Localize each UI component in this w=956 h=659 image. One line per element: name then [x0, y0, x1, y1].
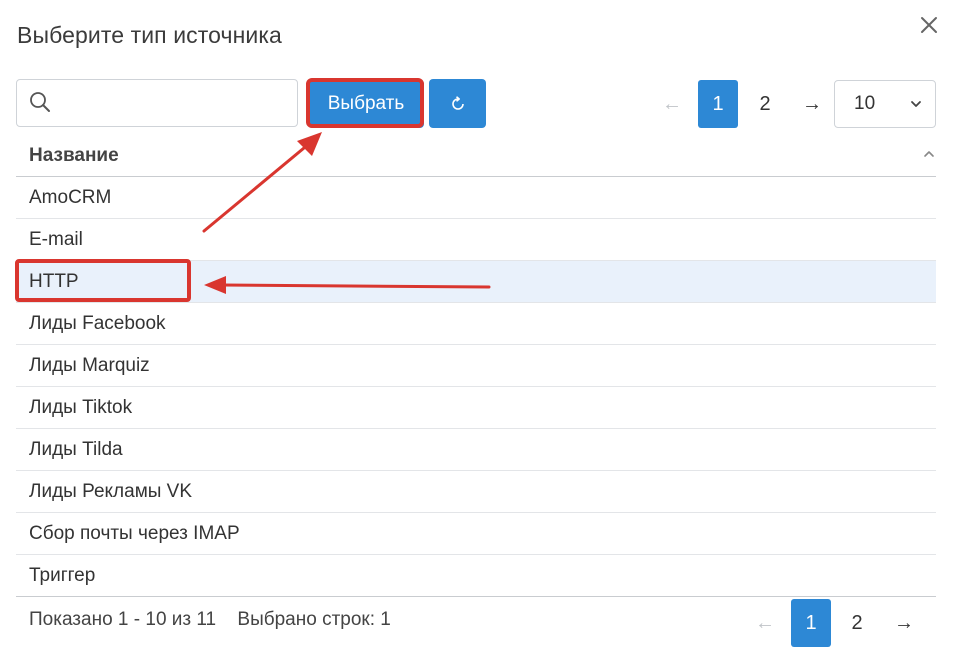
dialog-title: Выберите тип источника — [17, 22, 282, 48]
table-row[interactable]: E-mail — [16, 219, 936, 261]
row-label: Лиды Facebook — [29, 313, 166, 334]
table-row[interactable]: Триггер — [16, 555, 936, 597]
table-row[interactable]: Лиды Tilda — [16, 429, 936, 471]
close-button[interactable] — [914, 10, 944, 40]
row-label: Лиды Рекламы VK — [29, 481, 193, 502]
pager-top-prev[interactable]: ← — [656, 80, 688, 128]
close-icon — [921, 17, 937, 33]
row-label: Сбор почты через IMAP — [29, 523, 240, 544]
page-size-select[interactable]: 10 — [834, 80, 936, 128]
row-label: Триггер — [29, 565, 96, 586]
row-label: E-mail — [29, 229, 83, 250]
table-row[interactable]: AmoCRM — [16, 177, 936, 219]
row-label: Лиды Tilda — [29, 439, 123, 460]
refresh-icon — [451, 95, 464, 110]
page-size-value: 10 — [854, 93, 876, 114]
row-label: Лиды Marquiz — [29, 355, 150, 376]
search-icon — [30, 92, 50, 112]
column-header-name[interactable]: Название — [29, 145, 119, 167]
table-row[interactable]: Лиды Рекламы VK — [16, 471, 936, 513]
search-input[interactable] — [61, 88, 293, 120]
table-row-selected[interactable]: HTTP — [16, 261, 936, 303]
table-row[interactable]: Лиды Facebook — [16, 303, 936, 345]
selected-count: Выбрано строк: 1 — [237, 609, 391, 630]
refresh-button[interactable] — [429, 79, 486, 128]
select-source-type-dialog: Выберите тип источника Выбрать ← 1 2 → 1… — [0, 0, 956, 659]
pager-bottom-prev[interactable]: ← — [749, 599, 781, 647]
pager-bottom-next[interactable]: → — [887, 599, 921, 647]
pager-top-page-1[interactable]: 1 — [698, 80, 738, 128]
pager-bottom-page-2[interactable]: 2 — [840, 599, 874, 647]
table-row[interactable]: Сбор почты через IMAP — [16, 513, 936, 555]
search-box[interactable] — [16, 79, 298, 127]
pager-bottom-page-1[interactable]: 1 — [791, 599, 831, 647]
row-label: AmoCRM — [29, 187, 112, 208]
select-button[interactable]: Выбрать — [308, 80, 424, 128]
chevron-down-icon — [911, 101, 921, 107]
table-row[interactable]: Лиды Tiktok — [16, 387, 936, 429]
table-row[interactable]: Лиды Marquiz — [16, 345, 936, 387]
row-label: HTTP — [29, 271, 79, 292]
table-header[interactable]: Название — [16, 136, 936, 177]
footer-info: Показано 1 - 10 из 11 Выбрано строк: 1 — [29, 609, 407, 631]
shown-count: Показано 1 - 10 из 11 — [29, 609, 217, 630]
sort-ascending-icon[interactable] — [922, 147, 936, 161]
row-label: Лиды Tiktok — [29, 397, 133, 418]
pager-top-next[interactable]: → — [795, 80, 829, 128]
pager-top-page-2[interactable]: 2 — [748, 80, 782, 128]
source-type-table: Название AmoCRM E-mail HTTP Лиды Faceboo… — [16, 136, 936, 597]
